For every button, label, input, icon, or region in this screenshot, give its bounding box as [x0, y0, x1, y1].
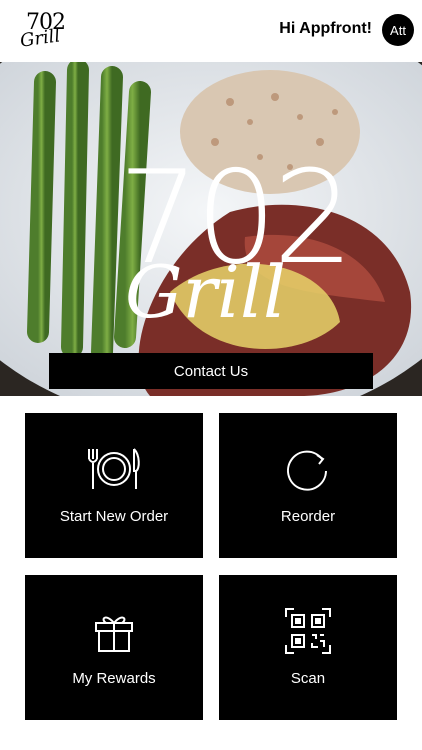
contact-us-button[interactable]: Contact Us	[49, 353, 373, 389]
logo-script: Grill	[18, 25, 62, 52]
tile-label: Start New Order	[59, 508, 169, 525]
tile-label: Reorder	[280, 508, 336, 525]
fork-plate-knife-icon	[25, 445, 203, 493]
avatar[interactable]: Att	[382, 14, 414, 46]
hero-banner: 702 Grill	[0, 62, 422, 396]
reorder-tile[interactable]: Reorder	[219, 413, 397, 558]
food-photo: 702 Grill	[0, 62, 422, 396]
qr-code-icon	[219, 607, 397, 655]
user-greeting: Hi Appfront!	[279, 20, 372, 37]
gift-icon	[25, 607, 203, 655]
app-header: 702 Grill Hi Appfront! Att	[0, 0, 422, 62]
start-new-order-tile[interactable]: Start New Order	[25, 413, 203, 558]
my-rewards-tile[interactable]: My Rewards	[25, 575, 203, 720]
hero-title-script: Grill	[125, 250, 286, 334]
refresh-circle-icon	[219, 445, 397, 493]
brand-logo[interactable]: 702 Grill	[18, 10, 68, 52]
tile-label: My Rewards	[72, 670, 156, 687]
tile-label: Scan	[290, 670, 326, 687]
scan-tile[interactable]: Scan	[219, 575, 397, 720]
